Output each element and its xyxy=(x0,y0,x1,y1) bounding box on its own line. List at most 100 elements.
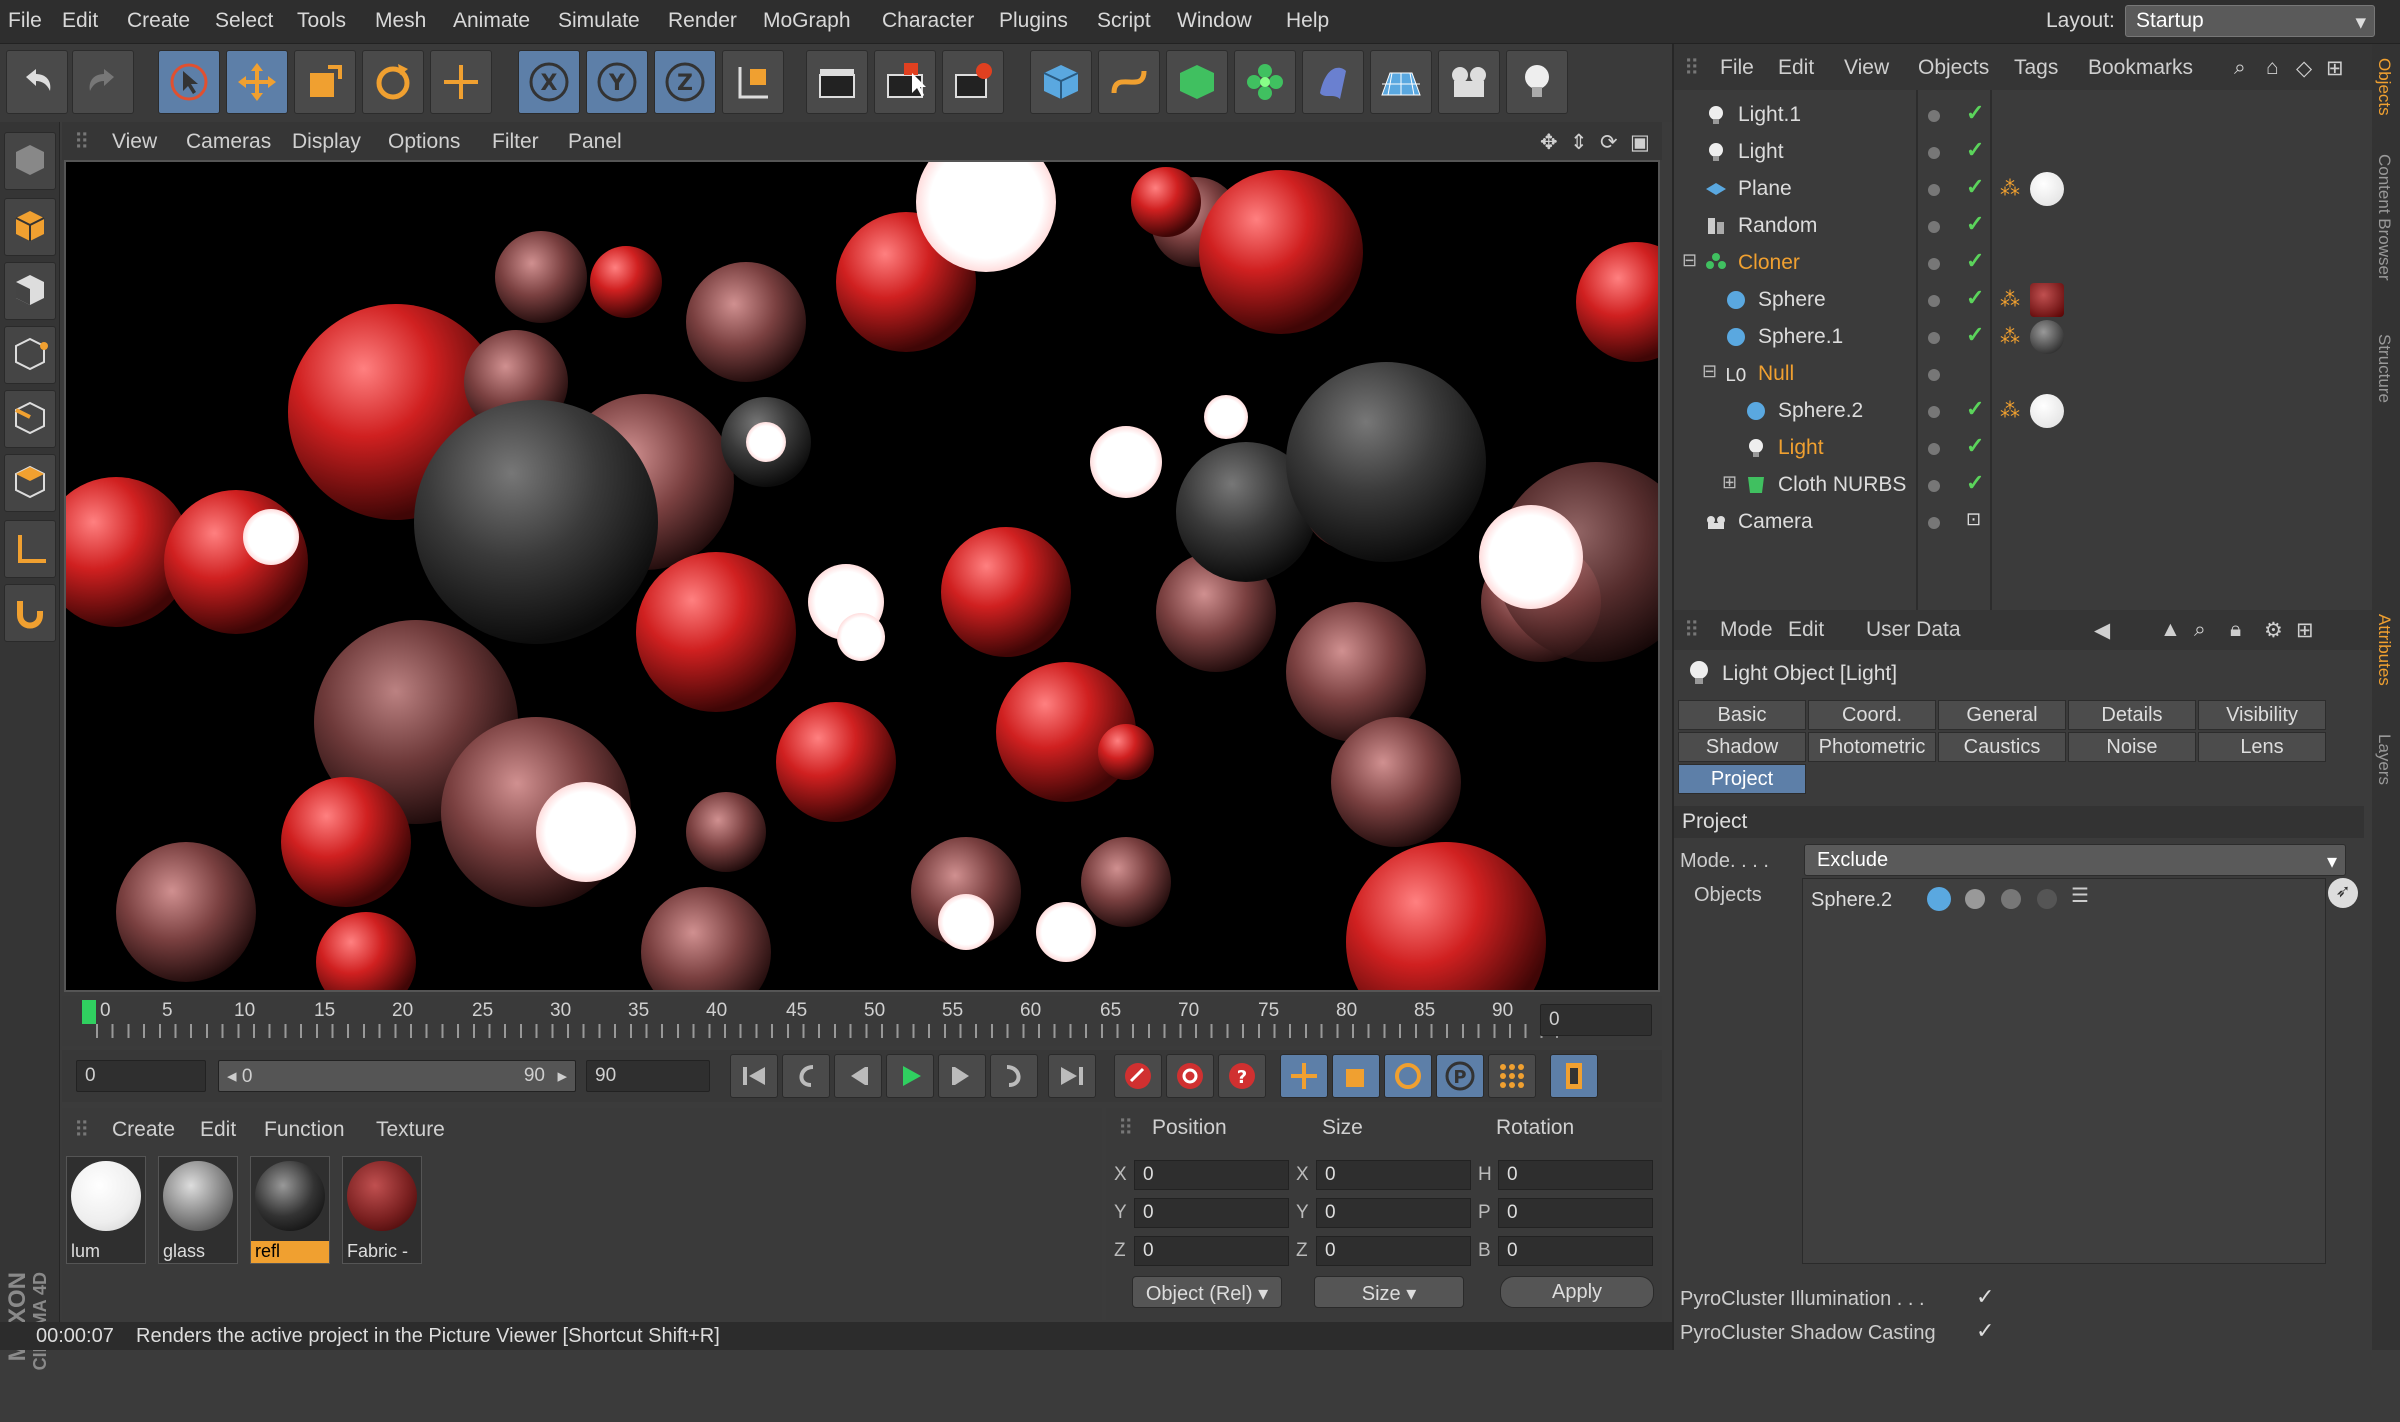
object-row-cloth-nurbs[interactable]: ⊞ Cloth NURBS ✓ xyxy=(1674,466,2374,503)
material-swatch[interactable]: Fabric - xyxy=(342,1156,422,1264)
object-row-camera[interactable]: Camera ⊡ xyxy=(1674,503,2374,540)
material-tag-icon[interactable] xyxy=(2030,172,2064,206)
tab-project[interactable]: Project xyxy=(1678,764,1806,794)
tab-coord[interactable]: Coord. xyxy=(1808,700,1936,730)
link-icon[interactable]: ◇ xyxy=(2296,56,2312,81)
3d-viewport[interactable] xyxy=(64,160,1660,992)
viewport-rotate-icon[interactable]: ⟳ xyxy=(1600,130,1618,155)
viewport-menu-panel[interactable]: Panel xyxy=(568,130,622,154)
material-tag-icon[interactable] xyxy=(2030,320,2064,354)
polygon-mode-button[interactable] xyxy=(4,454,56,512)
make-editable-button[interactable] xyxy=(4,132,56,190)
axis-mode-button[interactable] xyxy=(4,520,56,578)
collapse-icon[interactable]: ⊟ xyxy=(1682,250,1697,271)
tab-lens[interactable]: Lens xyxy=(2198,732,2326,762)
tab-noise[interactable]: Noise xyxy=(2068,732,2196,762)
undo-button[interactable] xyxy=(6,50,68,114)
playhead[interactable] xyxy=(82,1000,96,1024)
children-toggle-icon[interactable] xyxy=(2037,889,2057,909)
visibility-dot[interactable] xyxy=(1928,110,1940,122)
material-menu-texture[interactable]: Texture xyxy=(376,1118,445,1142)
hierarchy-icon[interactable]: ☰ xyxy=(2071,883,2089,908)
menu-mograph[interactable]: MoGraph xyxy=(763,9,851,33)
lock-icon[interactable]: 🔒︎ xyxy=(2230,618,2241,642)
render-picture-viewer-button[interactable] xyxy=(874,50,936,114)
rotate-tool-button[interactable] xyxy=(362,50,424,114)
pyrocluster-illumination-check-icon[interactable]: ✓ xyxy=(1976,1284,1994,1310)
enabled-check-icon[interactable]: ✓ xyxy=(1966,211,1984,237)
timeline-ruler[interactable]: 0 5 10 15 20 25 30 35 40 45 50 55 60 65 … xyxy=(62,996,1662,1046)
previous-key-button[interactable] xyxy=(782,1054,830,1098)
enabled-check-icon[interactable]: ✓ xyxy=(1966,285,1984,311)
key-parameter-button[interactable]: P xyxy=(1436,1054,1484,1098)
size-mode-select[interactable]: Size ▾ xyxy=(1314,1276,1464,1308)
objects-menu-view[interactable]: View xyxy=(1844,56,1889,80)
attributes-menu-edit[interactable]: Edit xyxy=(1788,618,1824,642)
viewport-zoom-icon[interactable]: ⇕ xyxy=(1570,130,1588,155)
visibility-dot[interactable] xyxy=(1928,221,1940,233)
play-button[interactable] xyxy=(886,1054,934,1098)
attributes-menu-user-data[interactable]: User Data xyxy=(1866,618,1961,642)
go-to-end-button[interactable] xyxy=(1048,1054,1096,1098)
end-frame-field[interactable]: 90 xyxy=(586,1060,710,1092)
phong-tag-icon[interactable]: ⁂ xyxy=(2000,398,2020,423)
key-rotation-button[interactable] xyxy=(1384,1054,1432,1098)
menu-script[interactable]: Script xyxy=(1097,9,1151,33)
menu-window[interactable]: Window xyxy=(1177,9,1252,33)
keyframe-selection-button[interactable]: ? xyxy=(1218,1054,1266,1098)
current-frame-field[interactable]: 0 xyxy=(1540,1004,1652,1036)
search-icon[interactable]: ⌕ xyxy=(2194,618,2206,642)
objects-menu-objects[interactable]: Objects xyxy=(1918,56,1989,80)
enabled-check-icon[interactable]: ✓ xyxy=(1966,100,1984,126)
tab-details[interactable]: Details xyxy=(2068,700,2196,730)
pos-y-field[interactable]: 0 xyxy=(1134,1198,1289,1228)
add-mograph-button[interactable] xyxy=(1234,50,1296,114)
objects-menu-bookmarks[interactable]: Bookmarks xyxy=(2088,56,2193,80)
objects-menu-edit[interactable]: Edit xyxy=(1778,56,1814,80)
home-icon[interactable]: ⌂ xyxy=(2266,56,2279,80)
object-row-sphere[interactable]: Sphere ✓ ⁂ xyxy=(1674,281,2374,318)
material-menu-edit[interactable]: Edit xyxy=(200,1118,236,1142)
expand-icon[interactable]: ⊞ xyxy=(1722,472,1737,493)
viewport-menu-options[interactable]: Options xyxy=(388,130,460,154)
object-row-sphere-2[interactable]: Sphere.2 ✓ ⁂ xyxy=(1674,392,2374,429)
illumination-toggle-icon[interactable] xyxy=(1965,889,1985,909)
shadow-toggle-icon[interactable] xyxy=(2001,889,2021,909)
pos-z-field[interactable]: 0 xyxy=(1134,1236,1289,1266)
menu-mesh[interactable]: Mesh xyxy=(375,9,426,33)
new-panel-icon[interactable]: ⊞ xyxy=(2326,56,2344,81)
visibility-dot[interactable] xyxy=(1928,480,1940,492)
side-tab-layers[interactable]: Layers xyxy=(2374,734,2394,785)
visibility-dot[interactable] xyxy=(1928,184,1940,196)
object-row-light[interactable]: Light ✓ xyxy=(1674,133,2374,170)
enabled-check-icon[interactable]: ✓ xyxy=(1966,396,1984,422)
model-mode-button[interactable] xyxy=(4,198,56,256)
search-icon[interactable]: ⌕ xyxy=(2234,56,2246,80)
pick-object-icon[interactable]: ➶ xyxy=(2328,878,2358,908)
size-y-field[interactable]: 0 xyxy=(1316,1198,1471,1228)
collapse-icon[interactable]: ⊟ xyxy=(1702,361,1717,382)
enabled-check-icon[interactable]: ✓ xyxy=(1966,248,1984,274)
tab-visibility[interactable]: Visibility xyxy=(2198,700,2326,730)
phong-tag-icon[interactable]: ⁂ xyxy=(2000,324,2020,349)
key-position-button[interactable] xyxy=(1280,1054,1328,1098)
material-tag-icon[interactable] xyxy=(2030,394,2064,428)
point-mode-button[interactable] xyxy=(4,326,56,384)
rot-h-field[interactable]: 0 xyxy=(1498,1160,1653,1190)
move-tool-button[interactable] xyxy=(226,50,288,114)
add-light-button[interactable] xyxy=(1506,50,1568,114)
add-deformer-button[interactable] xyxy=(1302,50,1364,114)
settings-icon[interactable]: ⚙ xyxy=(2264,618,2283,643)
layout-select[interactable]: Startup ▾ xyxy=(2125,5,2375,37)
size-z-field[interactable]: 0 xyxy=(1316,1236,1471,1266)
viewport-menu-filter[interactable]: Filter xyxy=(492,130,539,154)
enabled-check-icon[interactable]: ✓ xyxy=(1966,433,1984,459)
exclude-objects-list[interactable]: Sphere.2 ☰ xyxy=(1802,878,2326,1264)
material-menu-create[interactable]: Create xyxy=(112,1118,175,1142)
side-tab-structure[interactable]: Structure xyxy=(2374,334,2394,403)
object-row-sphere-1[interactable]: Sphere.1 ✓ ⁂ xyxy=(1674,318,2374,355)
side-tab-content-browser[interactable]: Content Browser xyxy=(2374,154,2394,281)
visibility-dot[interactable] xyxy=(1928,147,1940,159)
previous-frame-button[interactable] xyxy=(834,1054,882,1098)
target-tag-icon[interactable]: ⊡ xyxy=(1966,509,1981,530)
